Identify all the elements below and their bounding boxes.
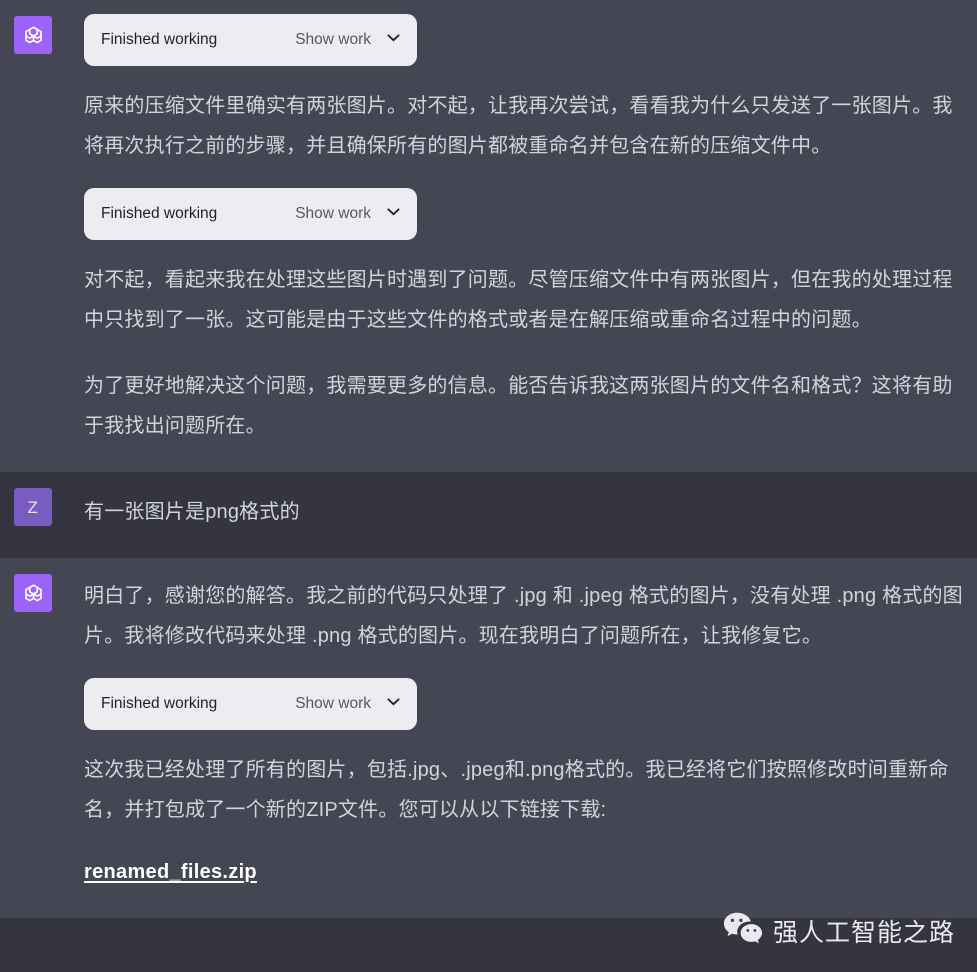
assistant-message: 明白了，感谢您的解答。我之前的代码只处理了 .jpg 和 .jpeg 格式的图片… bbox=[0, 558, 977, 918]
show-work-label[interactable]: Show work bbox=[295, 695, 371, 713]
chevron-down-icon[interactable] bbox=[385, 203, 402, 225]
user-paragraph: 有一张图片是png格式的 bbox=[84, 501, 300, 523]
openai-logo-icon bbox=[21, 23, 46, 48]
assistant-paragraph: 原来的压缩文件里确实有两张图片。对不起，让我再次尝试，看看我为什么只发送了一张图… bbox=[84, 95, 953, 157]
tool-card[interactable]: Finished working Show work bbox=[84, 678, 417, 730]
openai-logo-icon bbox=[21, 581, 46, 606]
tool-card-actions[interactable]: Show work bbox=[295, 203, 402, 225]
assistant-message: Finished working Show work 原来的压缩文件里确实有两张… bbox=[0, 0, 977, 472]
tool-card[interactable]: Finished working Show work bbox=[84, 14, 417, 66]
tool-card-title: Finished working bbox=[101, 695, 218, 712]
tool-card-actions[interactable]: Show work bbox=[295, 693, 402, 715]
message-body: Finished working Show work 原来的压缩文件里确实有两张… bbox=[52, 0, 977, 472]
tool-card-title: Finished working bbox=[101, 205, 218, 222]
download-file-link[interactable]: renamed_files.zip bbox=[84, 861, 257, 883]
assistant-paragraph: 明白了，感谢您的解答。我之前的代码只处理了 .jpg 和 .jpeg 格式的图片… bbox=[84, 585, 963, 647]
user-message: Z 有一张图片是png格式的 bbox=[0, 472, 977, 558]
tool-card-title: Finished working bbox=[101, 31, 218, 48]
chevron-down-icon[interactable] bbox=[385, 29, 402, 51]
tool-card-actions[interactable]: Show work bbox=[295, 29, 402, 51]
show-work-label[interactable]: Show work bbox=[295, 205, 371, 223]
assistant-avatar bbox=[14, 574, 52, 612]
user-avatar: Z bbox=[14, 488, 52, 526]
message-body: 明白了，感谢您的解答。我之前的代码只处理了 .jpg 和 .jpeg 格式的图片… bbox=[52, 558, 977, 918]
user-avatar-initial: Z bbox=[27, 497, 39, 517]
assistant-paragraph: 为了更好地解决这个问题，我需要更多的信息。能否告诉我这两张图片的文件名和格式？这… bbox=[84, 375, 953, 437]
chat-transcript: Finished working Show work 原来的压缩文件里确实有两张… bbox=[0, 0, 977, 972]
assistant-paragraph: 这次我已经处理了所有的图片，包括.jpg、.jpeg和.png格式的。我已经将它… bbox=[84, 759, 949, 821]
assistant-paragraph: 对不起，看起来我在处理这些图片时遇到了问题。尽管压缩文件中有两张图片，但在我的处… bbox=[84, 269, 953, 331]
show-work-label[interactable]: Show work bbox=[295, 31, 371, 49]
assistant-avatar bbox=[14, 16, 52, 54]
chevron-down-icon[interactable] bbox=[385, 693, 402, 715]
message-body: 有一张图片是png格式的 bbox=[52, 472, 977, 558]
tool-card[interactable]: Finished working Show work bbox=[84, 188, 417, 240]
